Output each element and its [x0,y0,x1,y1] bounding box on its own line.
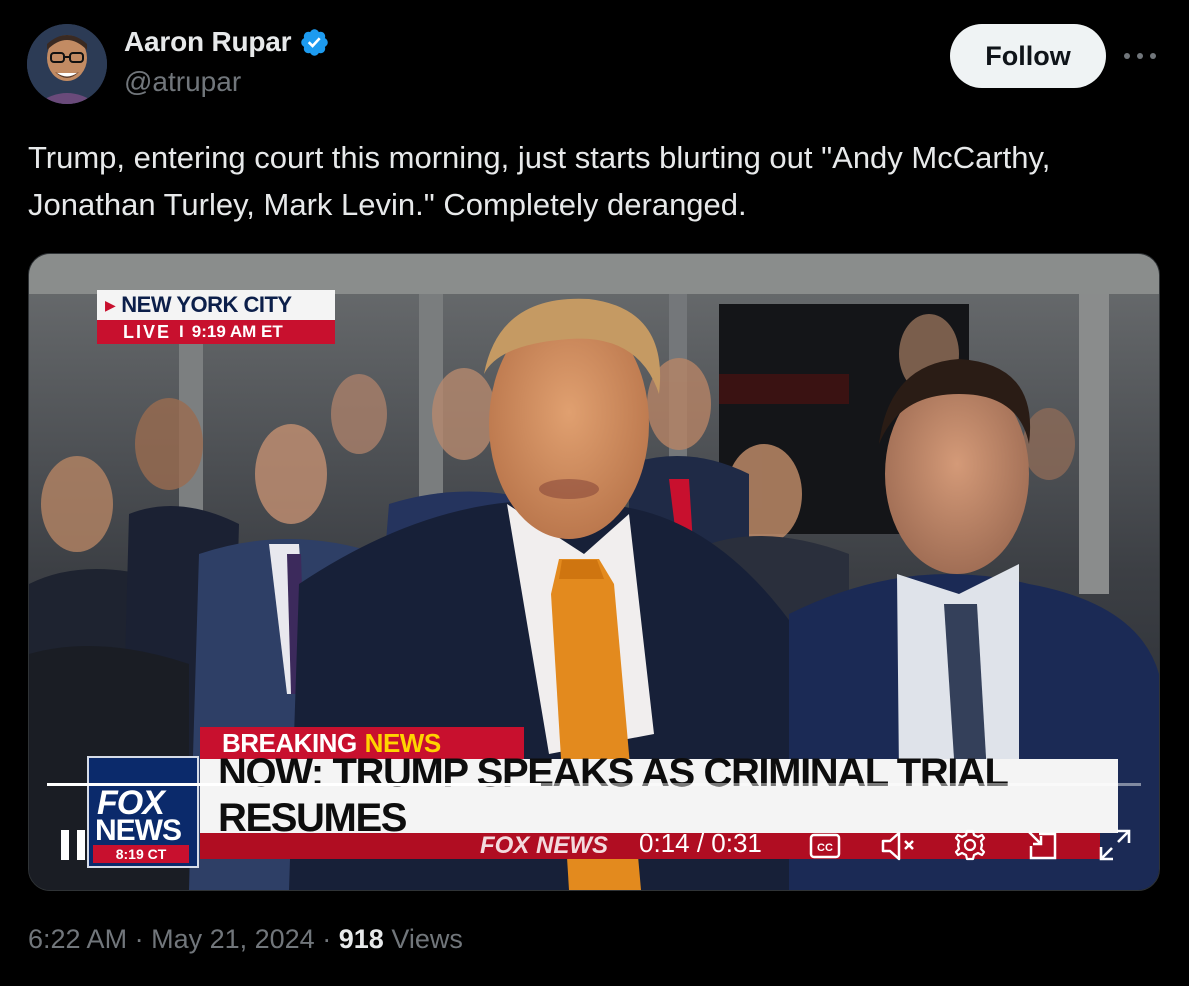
chyron-headline: NOW: TRUMP SPEAKS AS CRIMINAL TRIAL RESU… [200,751,1118,840]
video-time-display: 0:14 / 0:31 [639,828,762,858]
video-player[interactable]: ▶ NEW YORK CITY LIVE I 9:19 AM ET FOX NE… [28,253,1160,891]
fox-news-logo: FOX NEWS 8:19 CT [87,756,199,868]
meta-separator: · [134,924,144,954]
location-bug-bottom: LIVE I 9:19 AM ET [97,320,335,344]
more-horizontal-icon [1124,53,1156,59]
video-progress-bar[interactable] [47,783,1141,786]
author-handle[interactable]: @atrupar [124,66,241,98]
gear-icon [954,829,986,861]
live-label: LIVE [123,321,172,342]
settings-button[interactable] [951,826,989,864]
picture-in-picture-button[interactable] [1023,826,1061,864]
svg-text:CC: CC [817,842,833,854]
fullscreen-button[interactable] [1095,826,1135,864]
author-display-name[interactable]: Aaron Rupar [124,26,292,58]
live-separator: I [179,322,184,341]
mute-button[interactable] [879,827,919,865]
follow-button[interactable]: Follow [950,24,1106,88]
closed-captions-icon: CC [809,833,841,859]
live-time: 9:19 AM ET [191,322,283,341]
ticker-brand: FOX NEWS [480,832,609,859]
fullscreen-expand-icon [1099,829,1131,861]
location-bug-top: ▶ NEW YORK CITY [97,290,335,320]
views-count: 918 [338,924,384,954]
logo-news-text: NEWS [95,814,182,847]
tweet-date[interactable]: May 21, 2024 [151,924,315,954]
verified-badge-icon[interactable] [299,27,330,58]
muted-speaker-icon [881,831,914,861]
pause-button[interactable] [55,824,91,866]
tweet-metadata: 6:22 AM · May 21, 2024 · 918 Views [28,924,463,955]
tweet-time[interactable]: 6:22 AM [28,924,127,954]
picture-in-picture-icon [1028,831,1057,860]
pause-icon [61,830,85,860]
video-progress-fill [47,783,542,786]
avatar-image [27,24,107,104]
more-options-button[interactable] [1120,40,1160,72]
play-triangle-icon: ▶ [105,296,116,313]
location-bug: ▶ NEW YORK CITY LIVE I 9:19 AM ET [97,290,335,344]
views-label: Views [391,924,463,954]
meta-separator: · [322,924,332,954]
author-avatar[interactable] [27,24,107,104]
captions-button[interactable]: CC [807,829,843,863]
author-name-row: Aaron Rupar [124,26,330,58]
location-label: NEW YORK CITY [121,292,292,317]
tweet-text: Trump, entering court this morning, just… [28,140,1051,222]
logo-time: 8:19 CT [93,845,189,863]
